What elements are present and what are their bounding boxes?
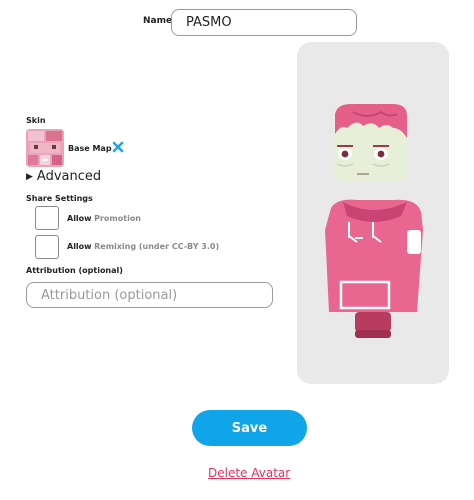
name-label: Name	[143, 16, 173, 26]
close-icon	[112, 141, 124, 153]
remixing-text: Remixing (under CC-BY 3.0)	[94, 242, 220, 251]
promotion-label: Allow Promotion	[67, 214, 141, 223]
skin-thumbnail[interactable]	[26, 129, 64, 167]
advanced-toggle[interactable]: ▶ Advanced	[26, 169, 101, 184]
pink-skin-texture-icon	[26, 129, 64, 167]
remixing-allow-text: Allow	[67, 242, 92, 251]
skin-name: Base Map	[68, 144, 112, 153]
avatar-preview[interactable]	[297, 42, 449, 384]
delete-avatar-link[interactable]: Delete Avatar	[208, 466, 290, 480]
attribution-input[interactable]	[26, 282, 273, 308]
avatar-3d-icon	[325, 104, 423, 338]
promotion-checkbox[interactable]	[35, 206, 59, 230]
remixing-checkbox[interactable]	[35, 235, 59, 259]
remixing-label: Allow Remixing (under CC-BY 3.0)	[67, 242, 219, 251]
promotion-text: Promotion	[94, 214, 142, 223]
share-settings-label: Share Settings	[26, 194, 93, 203]
advanced-label: Advanced	[36, 169, 102, 184]
caret-right-icon: ▶	[26, 171, 33, 182]
name-input[interactable]	[171, 9, 357, 36]
remove-skin-button[interactable]	[111, 140, 125, 154]
save-button[interactable]: Save	[192, 410, 307, 446]
promotion-allow-text: Allow	[67, 214, 92, 223]
skin-label: Skin	[26, 116, 46, 125]
attribution-label: Attribution (optional)	[26, 266, 123, 275]
